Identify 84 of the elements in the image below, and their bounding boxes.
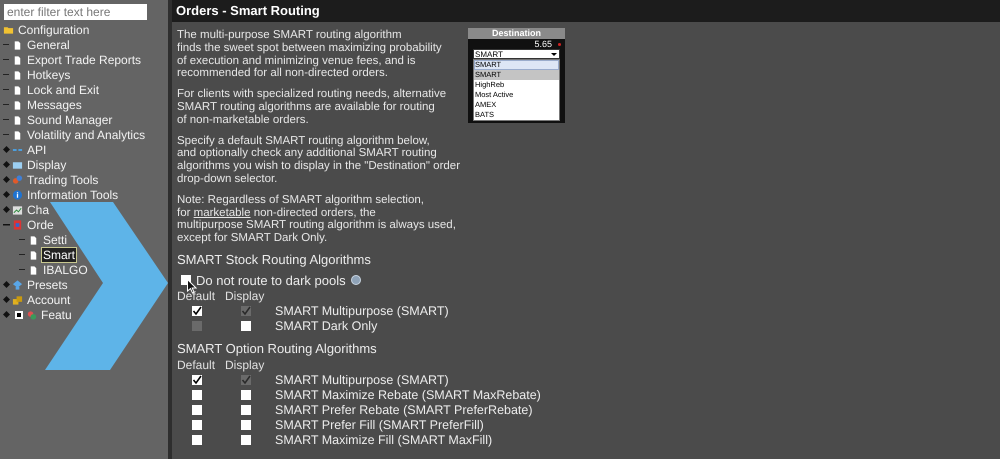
paragraph: The multi-purpose SMART routing algorithm finds the sweet spot between maximizing probability of execution and minimizing venue fees, and is recommended for all non-directed orders. xyxy=(177,29,443,80)
tree-item[interactable]: IBALGO xyxy=(41,262,90,278)
page-icon xyxy=(28,264,39,276)
section-title: SMART Option Routing Algorithms xyxy=(177,340,378,357)
tree-item[interactable]: Smart xyxy=(41,246,78,262)
tree-item[interactable]: Featu xyxy=(39,306,74,322)
checkbox[interactable] xyxy=(241,390,251,400)
presets-icon xyxy=(12,278,23,290)
tree-item[interactable]: Trading Tools xyxy=(25,172,100,188)
features-icon xyxy=(26,308,37,320)
paragraph: Specify a default SMART routing algorithm below, and optionally check any additional SMART routing algorithms you wish to display in the "Destination" order drop-down selector. xyxy=(177,134,462,186)
tree-item[interactable]: Cha xyxy=(25,202,52,218)
orders-icon xyxy=(12,218,23,230)
panel-title: Orders - Smart Routing xyxy=(176,2,320,20)
tools-icon xyxy=(12,174,23,186)
expand-icon[interactable] xyxy=(3,176,10,183)
algorithm-label: SMART Dark Only xyxy=(275,318,378,334)
page-icon xyxy=(12,84,23,96)
tree-item[interactable]: Orde xyxy=(25,216,56,232)
tree-item[interactable]: Presets xyxy=(25,276,70,292)
expand-icon[interactable] xyxy=(3,206,10,213)
checkbox[interactable] xyxy=(241,321,251,332)
tree-item[interactable]: Messages xyxy=(25,96,84,112)
section-title: SMART Stock Routing Algorithms xyxy=(177,252,372,268)
tree-item[interactable]: Hotkeys xyxy=(25,66,72,82)
column-header: Destination xyxy=(468,28,565,39)
algorithm-label: SMART Maximize Rebate (SMART MaxRebate) xyxy=(275,388,541,403)
tree-item[interactable]: Volatility and Analytics xyxy=(25,126,148,142)
help-icon xyxy=(350,275,361,286)
page-icon xyxy=(12,114,23,126)
checkbox[interactable] xyxy=(192,405,202,416)
page-icon xyxy=(12,68,23,80)
column-header: Display xyxy=(225,358,264,373)
link[interactable]: marketable xyxy=(194,206,251,219)
page-icon xyxy=(12,98,23,110)
checkbox[interactable] xyxy=(192,420,202,430)
algorithm-label: SMART Prefer Rebate (SMART PreferRebate) xyxy=(275,402,533,418)
checkbox[interactable] xyxy=(192,306,202,316)
coins-icon xyxy=(12,294,23,306)
expand-icon[interactable] xyxy=(3,146,10,153)
column-header: Default xyxy=(177,358,216,373)
expand-icon[interactable] xyxy=(3,311,10,318)
checkbox-label: Do not route to dark pools xyxy=(196,272,346,288)
expand-icon[interactable] xyxy=(3,191,10,198)
tree-item[interactable]: Lock and Exit xyxy=(25,82,102,98)
tree-item[interactable]: Account xyxy=(25,292,72,308)
tree-item[interactable]: Setti xyxy=(41,232,70,248)
caret-icon xyxy=(551,52,557,56)
info-icon xyxy=(12,188,23,200)
expand-icon[interactable] xyxy=(3,161,10,168)
page-icon xyxy=(12,128,23,140)
page-icon xyxy=(28,248,39,260)
algorithm-label: SMART Maximize Fill (SMART MaxFill) xyxy=(275,432,492,448)
tree-item[interactable]: API xyxy=(25,142,48,158)
tree-item[interactable]: Configuration xyxy=(16,22,92,38)
tree-item[interactable]: Display xyxy=(25,156,68,172)
collapse-icon[interactable] xyxy=(3,221,10,228)
checkbox[interactable] xyxy=(241,420,251,430)
filter-input-field[interactable]: enter filter text here xyxy=(4,4,147,20)
price: 5.65 xyxy=(534,39,552,49)
checkbox[interactable] xyxy=(241,435,251,446)
page-icon xyxy=(12,54,23,66)
algorithm-label: SMART Multipurpose (SMART) xyxy=(275,372,449,388)
expand-icon[interactable] xyxy=(3,296,10,303)
column-header: Display xyxy=(225,288,264,304)
algorithm-label: SMART Multipurpose (SMART) xyxy=(275,304,449,319)
page-icon xyxy=(12,38,23,50)
expand-icon[interactable] xyxy=(3,281,10,288)
tree-item[interactable]: Export Trade Reports xyxy=(25,52,144,68)
page-icon xyxy=(28,234,39,246)
checkbox[interactable] xyxy=(192,435,202,446)
destination-select[interactable]: SMART xyxy=(473,49,560,59)
checkbox[interactable] xyxy=(241,405,251,416)
tree-item[interactable]: Information Tools xyxy=(25,186,120,202)
chart-icon xyxy=(12,204,23,216)
column-header: Default xyxy=(177,288,216,304)
tree-item[interactable]: Sound Manager xyxy=(25,112,114,128)
checkbox-icon xyxy=(15,310,23,318)
checkbox[interactable] xyxy=(192,375,202,386)
tree-item[interactable]: General xyxy=(25,36,72,52)
checkbox[interactable] xyxy=(192,390,202,400)
paragraph: Note: Regardless of SMART algorithm selection, for marketable non-directed orders, the multipurpose SMART routing algorithm is always used, except for SMART Dark Only. xyxy=(177,194,457,245)
paragraph: For clients with specialized routing needs, alternative SMART routing algorithms are available for routing of non-marketable orders. xyxy=(177,88,448,127)
algorithm-label: SMART Prefer Fill (SMART PreferFill) xyxy=(275,418,484,433)
